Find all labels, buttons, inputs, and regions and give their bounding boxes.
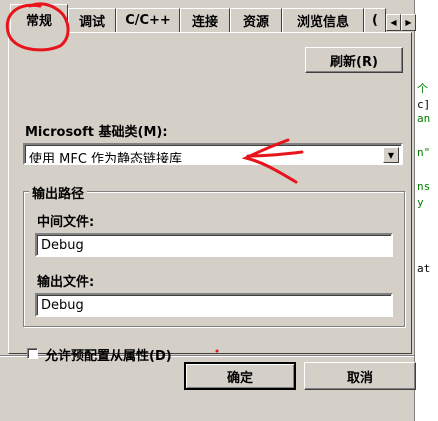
output-files-label: 输出文件: (37, 275, 95, 290)
intermediate-files-value: Debug (41, 238, 84, 253)
code-fragment: ns (417, 180, 431, 193)
intermediate-files-input[interactable]: Debug (35, 233, 393, 257)
mfc-select[interactable]: 使用 MFC 作为静态链接库 ▼ (23, 143, 403, 165)
tab-panel-general: 刷新(R) Microsoft 基础类(M): 使用 MFC 作为静态链接库 ▼… (8, 32, 412, 364)
allow-config-checkbox[interactable] (27, 348, 38, 359)
chevron-right-icon: ▶ (405, 18, 412, 27)
tab-label: 浏览信息 (296, 15, 349, 30)
mfc-select-value: 使用 MFC 作为静态链接库 (29, 152, 183, 165)
code-fragment: n" (417, 146, 431, 159)
tab-scroll-right-button[interactable]: ▶ (401, 14, 416, 31)
tab-general[interactable]: 常规 (10, 4, 68, 34)
tab-link[interactable]: 连接 (180, 8, 230, 32)
code-fragment: at (417, 262, 431, 275)
chevron-left-icon: ◀ (390, 18, 397, 27)
chevron-down-icon[interactable]: ▼ (383, 147, 399, 163)
tab-label: 常规 (25, 14, 52, 29)
output-path-group-title: 输出路径 (29, 183, 88, 202)
refresh-button-label: 刷新(R) (330, 54, 378, 70)
code-fragment: an (417, 112, 431, 125)
mfc-label: Microsoft 基础类(M): (25, 125, 168, 140)
code-fragment: c] (417, 98, 431, 111)
tab-cpp[interactable]: C/C++ (116, 8, 180, 32)
tab-debug[interactable]: 调试 (68, 8, 116, 32)
refresh-button[interactable]: 刷新(R) (305, 47, 403, 73)
tab-label: 调试 (78, 15, 105, 30)
ok-button-label: 确定 (226, 370, 253, 386)
ok-button[interactable]: 确定 (184, 362, 296, 390)
output-files-value: Debug (41, 298, 84, 313)
output-files-input[interactable]: Debug (35, 293, 393, 317)
tab-browse-info[interactable]: 浏览信息 (282, 8, 364, 32)
cancel-button-label: 取消 (346, 370, 373, 386)
code-fragment: 个 (417, 82, 428, 95)
tab-more[interactable]: ( (364, 8, 386, 32)
tab-label: ( (372, 13, 378, 28)
tab-resources[interactable]: 资源 (230, 8, 282, 32)
allow-config-label: 允许预配置从属性(D) (45, 349, 172, 364)
cancel-button[interactable]: 取消 (304, 362, 416, 390)
background-code-window: 个 c] an n" ns y at (414, 0, 438, 421)
tab-scroll-left-button[interactable]: ◀ (386, 14, 401, 31)
tab-label: 连接 (191, 15, 218, 30)
code-fragment: y (417, 196, 424, 209)
tab-label: 资源 (242, 15, 269, 30)
tab-label: C/C++ (125, 13, 171, 28)
intermediate-files-label: 中间文件: (37, 215, 95, 230)
